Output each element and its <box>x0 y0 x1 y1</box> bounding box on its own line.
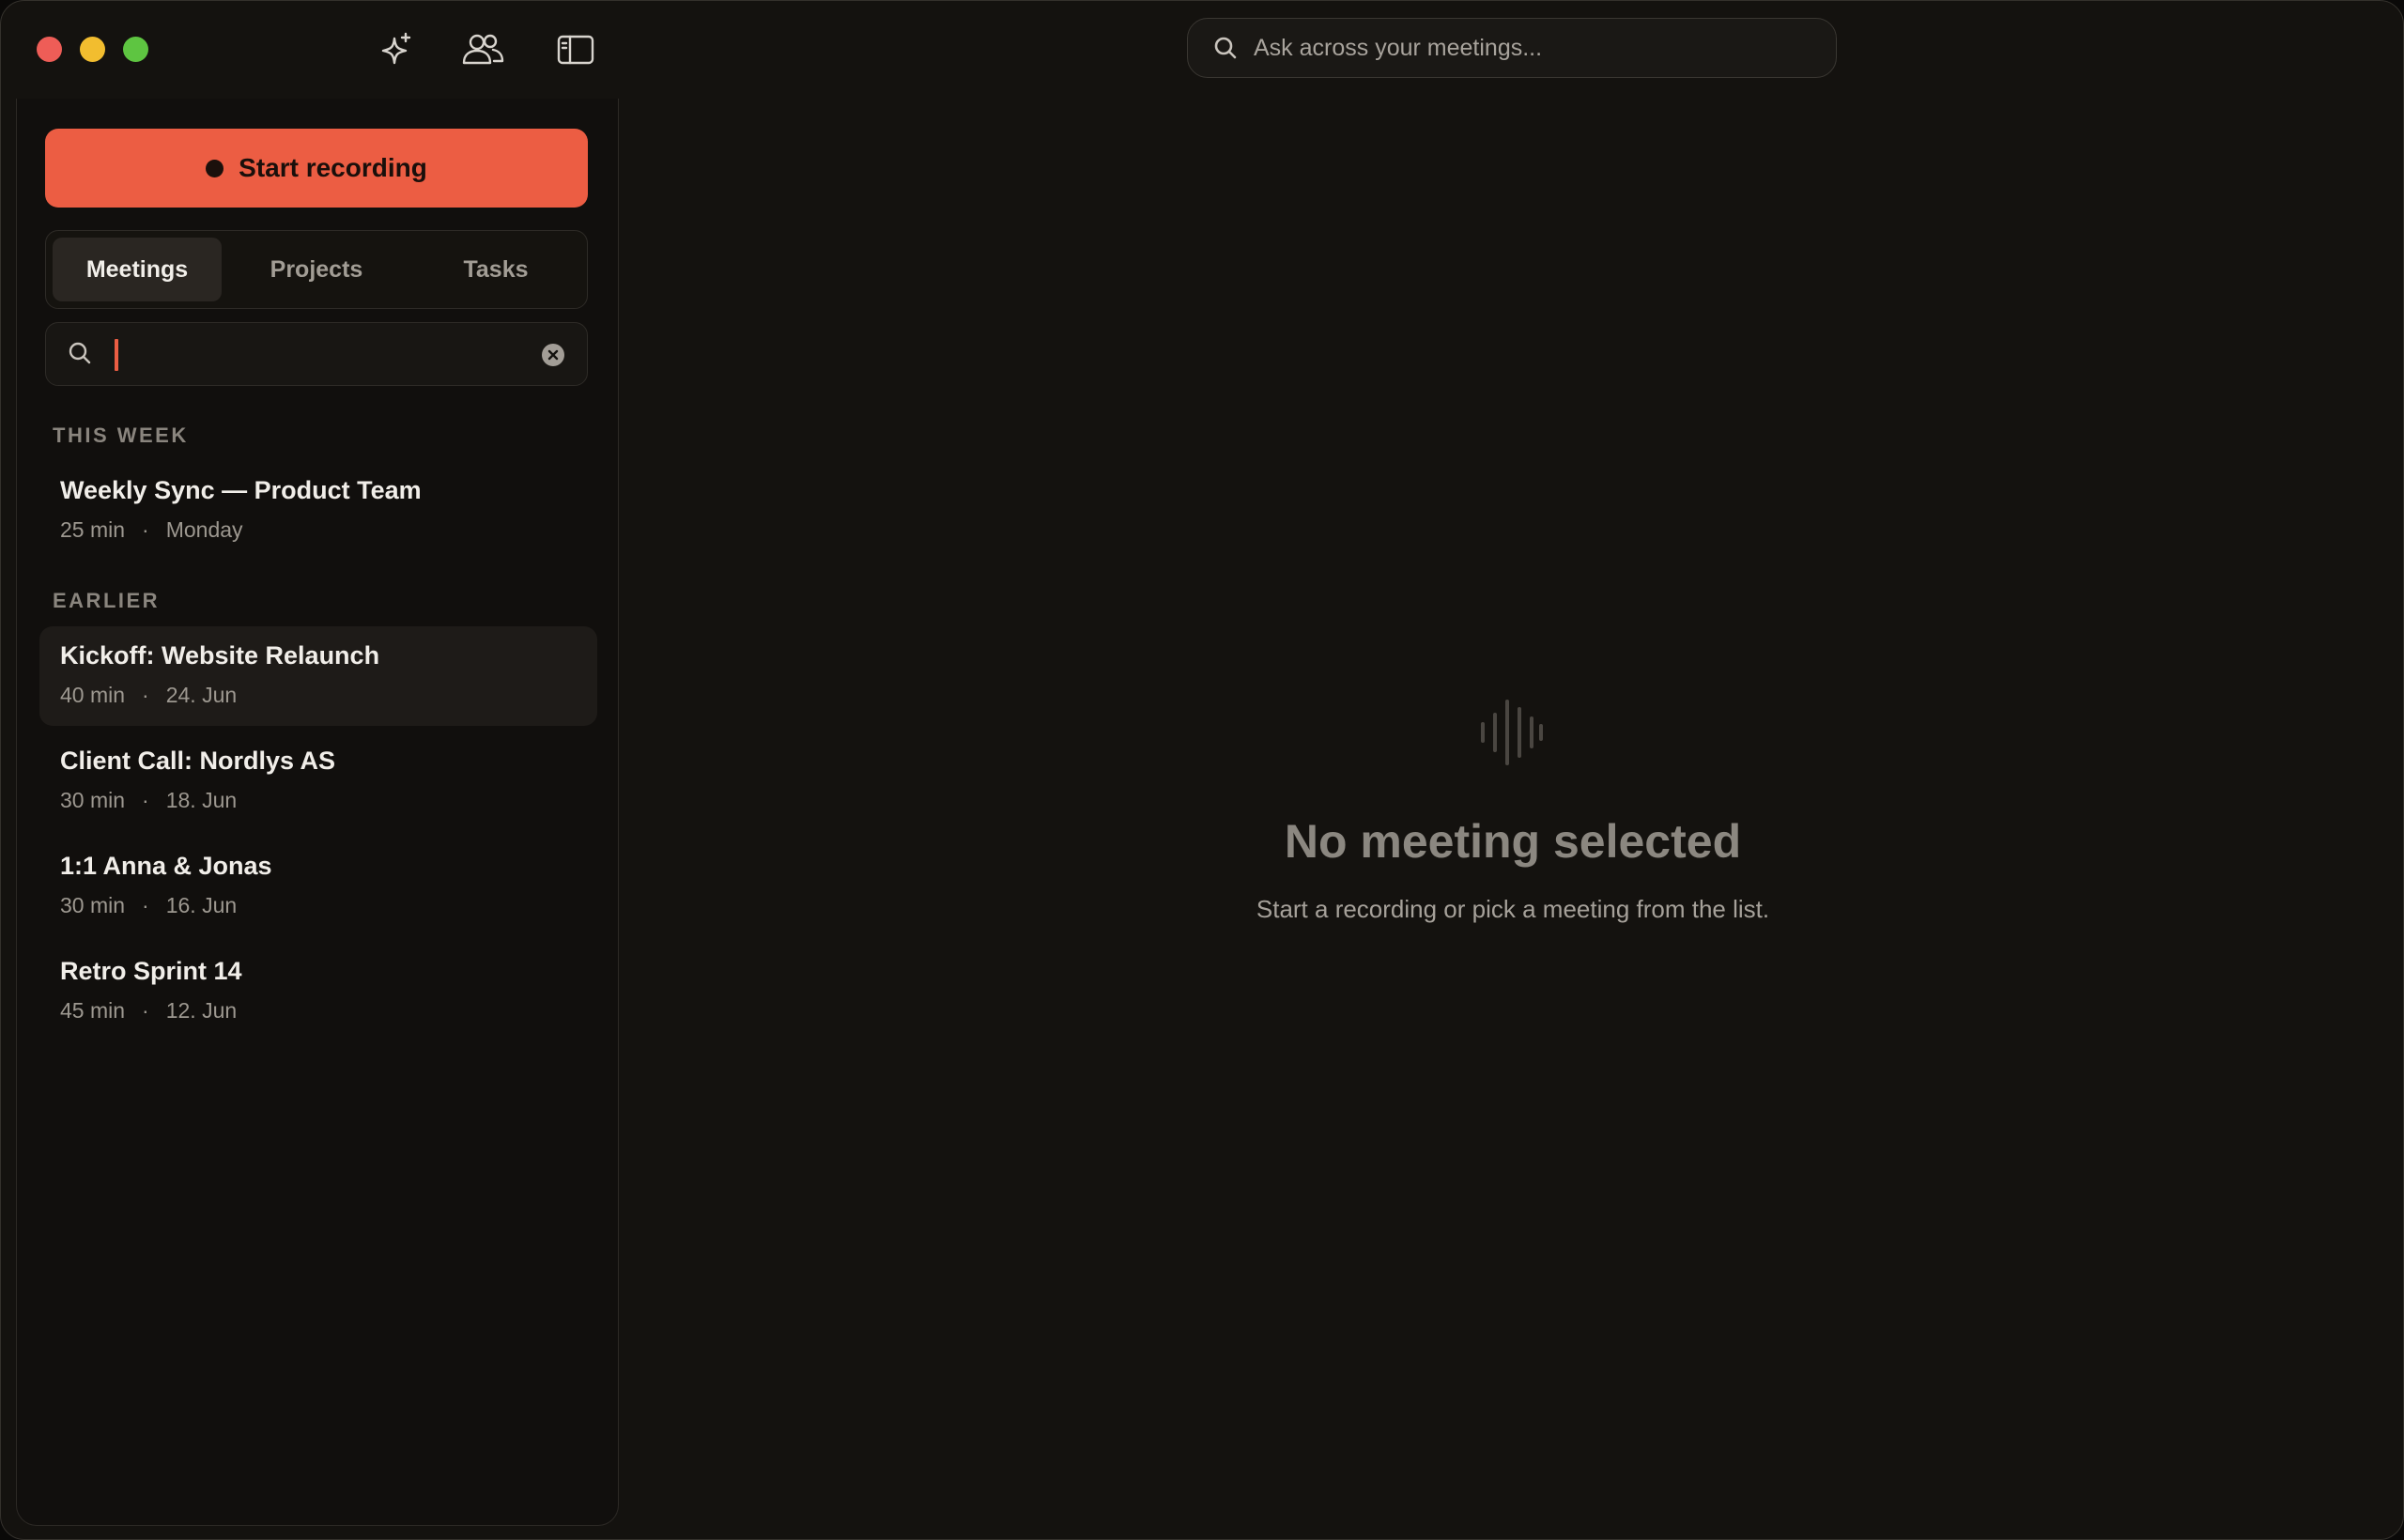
start-recording-button[interactable]: Start recording <box>45 129 588 208</box>
meeting-meta: 25 min · Monday <box>60 517 243 542</box>
global-search-placeholder: Ask across your meetings... <box>1254 34 1543 61</box>
sidebar-toggle-icon[interactable] <box>553 27 598 72</box>
meeting-item[interactable]: Retro Sprint 14 45 min · 12. Jun <box>39 942 597 1041</box>
meeting-item[interactable]: 1:1 Anna & Jonas 30 min · 16. Jun <box>39 837 597 936</box>
people-icon[interactable] <box>460 27 505 72</box>
meeting-item[interactable]: Client Call: Nordlys AS 30 min · 18. Jun <box>39 732 597 831</box>
tab-tasks[interactable]: Tasks <box>411 238 580 301</box>
empty-state-subtitle: Start a recording or pick a meeting from… <box>1256 895 1770 923</box>
tab-projects[interactable]: Projects <box>232 238 401 301</box>
meeting-title: Client Call: Nordlys AS <box>60 747 336 775</box>
search-icon <box>1212 34 1241 62</box>
tab-meetings[interactable]: Meetings <box>53 238 222 301</box>
zoom-window-button[interactable] <box>123 37 148 62</box>
meeting-title: Retro Sprint 14 <box>60 957 242 985</box>
sparkle-icon[interactable] <box>374 27 419 72</box>
meeting-meta: 40 min · 24. Jun <box>60 683 238 707</box>
global-search-input[interactable]: Ask across your meetings... <box>1187 18 1837 78</box>
search-icon <box>67 340 95 368</box>
sidebar: Start recording Meetings Projects Tasks … <box>16 99 619 1526</box>
start-recording-label: Start recording <box>239 153 427 182</box>
empty-state-title: No meeting selected <box>1284 815 1742 868</box>
close-window-button[interactable] <box>37 37 62 62</box>
meeting-meta: 45 min · 12. Jun <box>60 998 238 1023</box>
meeting-meta: 30 min · 18. Jun <box>60 788 238 812</box>
meeting-meta: 30 min · 16. Jun <box>60 893 238 917</box>
app-window: Ask across your meetings... Start record… <box>0 0 2404 1540</box>
meeting-title: Kickoff: Website Relaunch <box>60 641 380 670</box>
meeting-search-input[interactable] <box>45 322 588 386</box>
text-cursor <box>115 339 118 371</box>
meeting-title: 1:1 Anna & Jonas <box>60 852 272 880</box>
minimize-window-button[interactable] <box>80 37 105 62</box>
section-heading: THIS WEEK <box>53 424 189 447</box>
clear-search-icon[interactable] <box>542 344 564 366</box>
record-dot-icon <box>206 159 224 177</box>
meeting-title: Weekly Sync — Product Team <box>60 476 422 504</box>
waveform-icon <box>1479 696 1545 769</box>
section-heading: EARLIER <box>53 589 161 612</box>
meeting-item[interactable]: Weekly Sync — Product Team 25 min · Monday <box>39 461 597 561</box>
meeting-item-selected[interactable]: Kickoff: Website Relaunch 40 min · 24. Jun <box>39 626 597 726</box>
view-tabs: Meetings Projects Tasks <box>45 230 588 309</box>
